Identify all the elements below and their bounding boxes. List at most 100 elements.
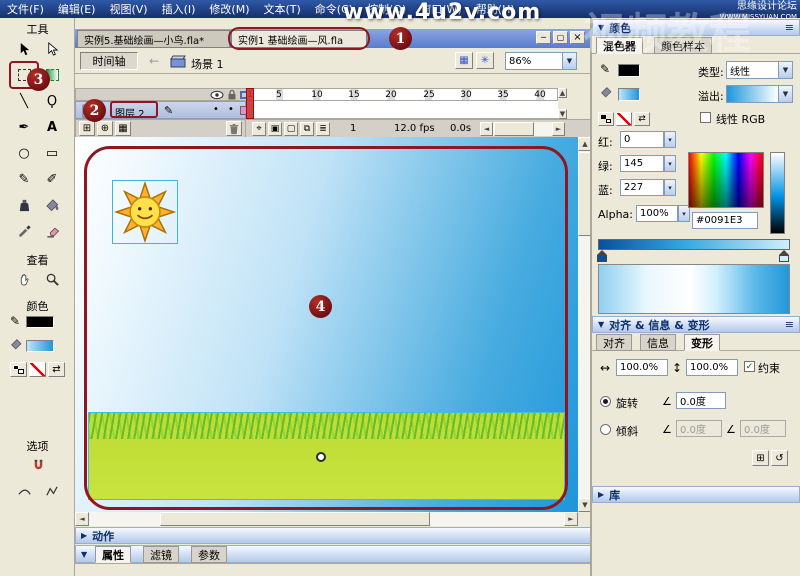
gradient-editor-bar[interactable] (598, 239, 790, 250)
blue-input[interactable]: 227 (620, 179, 664, 196)
tab-properties[interactable]: 属性 (95, 546, 131, 563)
gradient-type-select[interactable]: 线性 (726, 61, 779, 79)
tab-info[interactable]: 信息 (640, 334, 676, 351)
straighten-option[interactable] (40, 480, 64, 502)
text-tool[interactable]: A (40, 116, 64, 138)
scale-width-input[interactable]: 100.0% (616, 359, 668, 376)
rotate-input[interactable]: 0.0度 (676, 392, 726, 409)
tab-filters[interactable]: 滤镜 (143, 546, 179, 563)
mixer-no-color-button[interactable] (616, 112, 632, 126)
frame-rate-value[interactable]: 12.0 fps (394, 123, 435, 134)
canvas-hscroll-thumb[interactable] (160, 512, 430, 526)
ait-panel-menu-icon[interactable]: ≡ (785, 318, 794, 331)
line-tool[interactable]: ╲ (12, 90, 36, 112)
alpha-input[interactable]: 100% (636, 205, 678, 222)
tab-color-swatches[interactable]: 颜色样本 (654, 37, 712, 54)
show-hide-eye-icon[interactable] (210, 90, 224, 100)
ink-bottle-tool[interactable] (12, 194, 36, 216)
layer-lock-dot[interactable]: • (228, 104, 234, 115)
actions-panel-header[interactable]: ▶ 动作 (75, 527, 592, 544)
center-frame-button[interactable]: ⌖ (252, 122, 266, 136)
color-panel-menu-icon[interactable]: ≡ (785, 21, 794, 34)
back-button[interactable]: ← (146, 53, 162, 69)
zoom-tool[interactable] (40, 268, 64, 290)
green-slider-button[interactable]: ▾ (664, 155, 676, 172)
subselection-tool[interactable] (40, 38, 64, 60)
no-color-button[interactable] (29, 362, 46, 377)
skew-v-input[interactable]: 0.0度 (740, 420, 786, 437)
blue-slider-button[interactable]: ▾ (664, 179, 676, 196)
delete-layer-button[interactable] (226, 121, 242, 136)
swap-colors-button[interactable]: ⇄ (48, 362, 65, 377)
close-button[interactable]: × (570, 31, 585, 44)
mixer-swap-colors-button[interactable]: ⇄ (634, 112, 650, 126)
timeline-hscroll-thumb[interactable] (494, 122, 534, 136)
layer-visible-dot[interactable]: • (213, 104, 219, 115)
scene-name[interactable]: 场景 1 (191, 56, 224, 72)
mixer-default-colors-button[interactable] (598, 112, 614, 126)
lasso-tool[interactable]: Ϙ (40, 90, 64, 112)
red-input[interactable]: 0 (620, 131, 664, 148)
edit-multiple-frames-button[interactable]: ⧉ (300, 122, 314, 136)
lock-icon[interactable] (226, 89, 238, 101)
mixer-stroke-swatch[interactable] (618, 64, 640, 77)
hex-color-input[interactable]: #0091E3 (692, 212, 758, 229)
skew-h-input[interactable]: 0.0度 (676, 420, 722, 437)
frame-ruler[interactable]: 1 5 10 15 20 25 30 35 40 (246, 88, 558, 101)
minimize-button[interactable]: ─ (536, 31, 551, 44)
add-motion-guide-button[interactable]: ⊕ (97, 121, 113, 136)
stage-canvas[interactable] (75, 137, 578, 512)
timeline-scroll-down-button[interactable]: ▼ (558, 109, 567, 119)
tab-transform[interactable]: 变形 (684, 334, 720, 351)
document-tab-1[interactable]: 实例5.基础绘画—小鸟.fla* (77, 30, 230, 48)
constrain-checkbox[interactable]: ✓ (744, 361, 755, 372)
add-folder-button[interactable]: ▦ (115, 121, 131, 136)
add-layer-button[interactable]: ⊞ (79, 121, 95, 136)
gradient-stop-left[interactable] (597, 250, 607, 262)
brush-tool[interactable]: ✐ (40, 168, 64, 190)
scale-height-input[interactable]: 100.0% (686, 359, 738, 376)
gradient-type-dropdown-button[interactable]: ▼ (778, 61, 793, 79)
timeline-hscroll-left-button[interactable]: ◄ (480, 122, 493, 136)
timeline-toggle-button[interactable]: 时间轴 (80, 52, 138, 70)
fill-color-swatch[interactable] (26, 340, 54, 352)
oval-tool[interactable]: ○ (12, 142, 36, 164)
pencil-tool[interactable]: ✎ (12, 168, 36, 190)
mixer-fill-swatch[interactable] (618, 88, 640, 101)
canvas-hscroll-right-button[interactable]: ► (564, 512, 578, 526)
gradient-stop-right[interactable] (779, 250, 789, 262)
tab-parameters[interactable]: 参数 (191, 546, 227, 563)
overflow-dropdown-button[interactable]: ▼ (778, 85, 793, 103)
tab-color-mixer[interactable]: 混色器 (596, 37, 643, 54)
menu-commands[interactable]: 命令(C) (308, 1, 360, 17)
canvas-hscroll-left-button[interactable]: ◄ (75, 512, 89, 526)
tab-align[interactable]: 对齐 (596, 334, 632, 351)
menu-view[interactable]: 视图(V) (102, 1, 154, 17)
edit-scene-button[interactable]: ▦ (455, 52, 473, 69)
menu-modify[interactable]: 修改(M) (202, 1, 256, 17)
default-colors-button[interactable] (10, 362, 27, 377)
menu-window[interactable]: 窗口(W) (413, 1, 468, 17)
menu-edit[interactable]: 编辑(E) (51, 1, 103, 17)
skew-radio[interactable] (600, 424, 611, 435)
eyedropper-tool[interactable] (12, 220, 36, 242)
hand-tool[interactable] (12, 268, 36, 290)
stroke-color-swatch[interactable] (26, 316, 54, 328)
menu-file[interactable]: 文件(F) (0, 1, 51, 17)
menu-text[interactable]: 文本(T) (256, 1, 307, 17)
zoom-dropdown-button[interactable]: ▼ (562, 52, 577, 70)
menu-help[interactable]: 帮助(H) (469, 1, 522, 17)
selection-tool[interactable] (12, 38, 36, 60)
overflow-select[interactable] (726, 85, 779, 103)
pen-tool[interactable]: ✒ (12, 116, 36, 138)
frames-grid[interactable] (246, 101, 558, 119)
ait-panel-header[interactable]: ▼ 对齐 & 信息 & 变形 ≡ (592, 316, 800, 333)
paint-bucket-tool[interactable] (40, 194, 64, 216)
eraser-tool[interactable] (40, 220, 64, 242)
rotate-radio[interactable] (600, 396, 611, 407)
color-panel-header[interactable]: ▼ 颜色 ≡ (592, 19, 800, 36)
library-panel-header[interactable]: ▶ 库 (592, 486, 800, 503)
menu-control[interactable]: 控制(O) (360, 1, 413, 17)
linear-rgb-checkbox[interactable] (700, 112, 711, 123)
onion-skin-button[interactable]: ▣ (268, 122, 282, 136)
